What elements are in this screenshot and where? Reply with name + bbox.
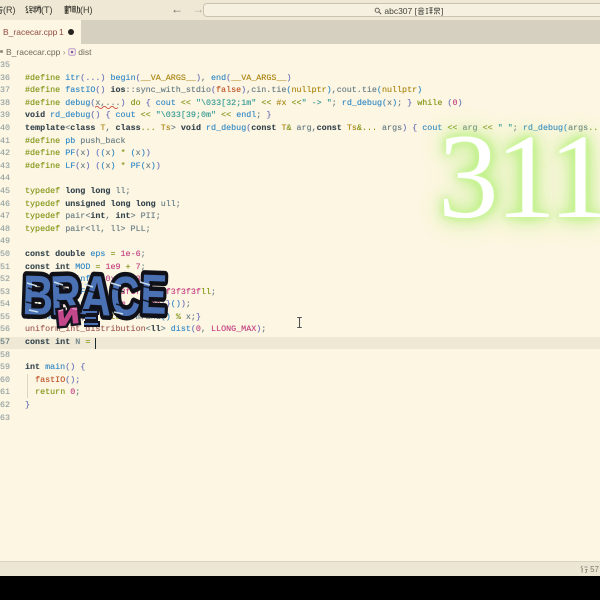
svg-text:C: C xyxy=(109,270,141,329)
svg-text:B: B xyxy=(22,270,55,327)
svg-text:E: E xyxy=(140,270,168,327)
